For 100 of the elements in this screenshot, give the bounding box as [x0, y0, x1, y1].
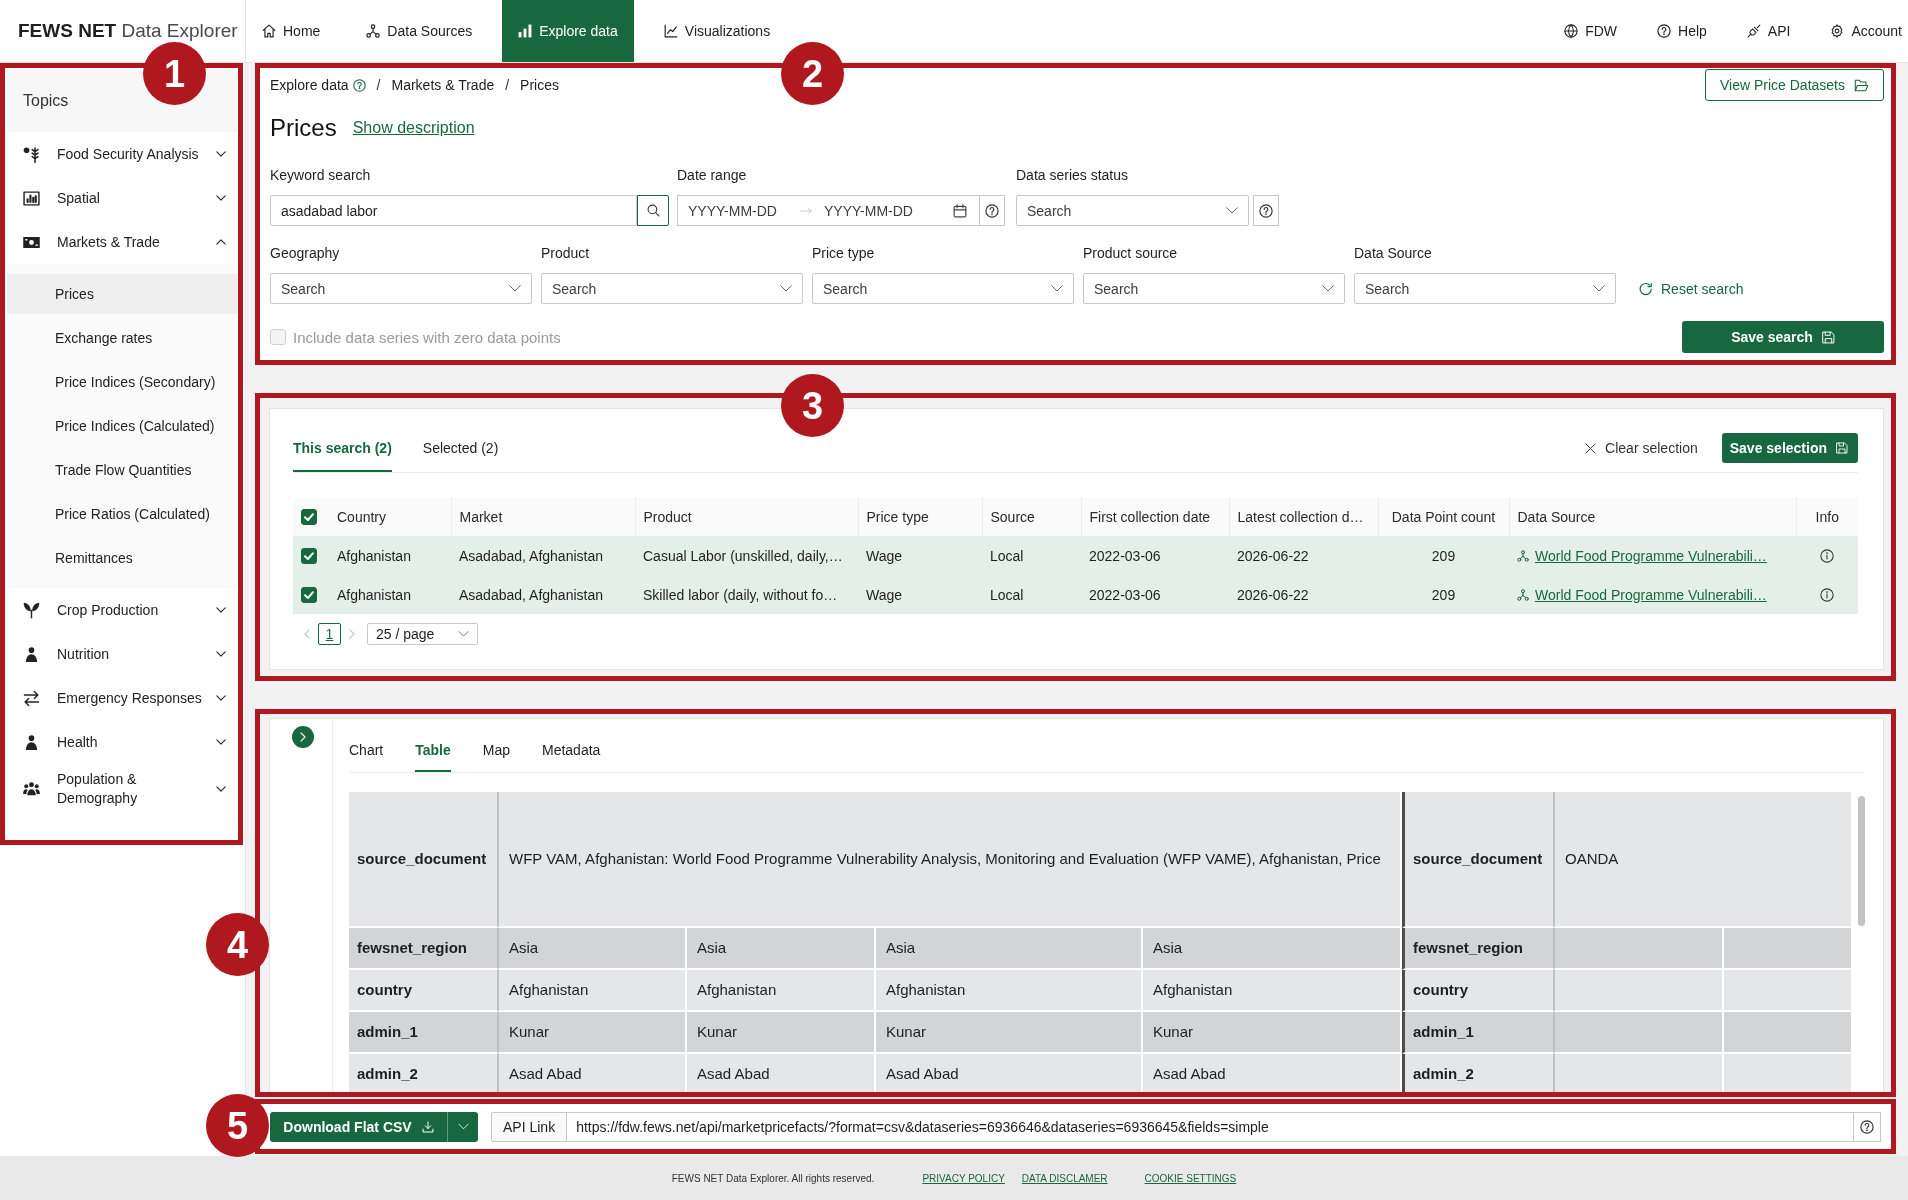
checkbox[interactable] — [301, 586, 317, 603]
sidebar-item[interactable]: Emergency Responses — [7, 676, 238, 720]
sidebar-subitem[interactable]: Remittances — [7, 538, 238, 578]
chevron-down-icon — [780, 285, 792, 292]
tab[interactable]: This search (2) — [293, 438, 392, 472]
sidebar-subitem[interactable]: Price Ratios (Calculated) — [7, 494, 238, 534]
table-cell: Asia — [499, 928, 687, 970]
table-row[interactable]: Afghanistan Asadabad, Afghanistan Skilled labor (daily, without fo… Wage Local 2022-03-06 2026-06-22 209 World Food Programme Vulnerabili… — [293, 575, 1858, 614]
table-cell: Kunar — [687, 1012, 876, 1054]
breadcrumb-link[interactable]: Explore data — [270, 77, 349, 93]
product-source-select[interactable]: Search — [1083, 273, 1345, 304]
sidebar-subitem[interactable]: Price Indices (Secondary) — [7, 362, 238, 402]
data-source-link[interactable]: World Food Programme Vulnerabili… — [1535, 547, 1767, 564]
sidebar-item[interactable]: Nutrition — [7, 632, 238, 676]
table-cell: Asadabad, Afghanistan — [451, 575, 635, 614]
column-header: Market — [451, 498, 635, 536]
save-selection-button[interactable]: Save selection — [1721, 433, 1858, 463]
help-button[interactable] — [1854, 1111, 1881, 1142]
nav-link[interactable]: Home — [246, 0, 337, 62]
nav-link[interactable]: FDW — [1564, 23, 1618, 39]
table-row[interactable]: Afghanistan Asadabad, Afghanistan Casual Labor (unskilled, daily,… Wage Local 2022-03-06 2026-06-22 209 World Food Programme Vulnerabili… — [293, 536, 1858, 575]
data-source-select[interactable]: Search — [1354, 273, 1616, 304]
sidebar-item[interactable]: Spatial — [7, 176, 238, 220]
nav-link[interactable]: API — [1746, 23, 1791, 39]
line-chart-icon — [663, 24, 678, 38]
table-cell: Afghanistan — [876, 970, 1143, 1012]
footer-link[interactable]: COOKIE SETTINGS — [1144, 1172, 1237, 1184]
breadcrumb-link[interactable]: Markets & Trade — [391, 77, 495, 93]
table-cell: 2022-03-06 — [1081, 536, 1229, 575]
scrollbar[interactable] — [1858, 796, 1865, 926]
clear-selection-button[interactable]: Clear selection — [1585, 440, 1698, 456]
checkbox[interactable] — [301, 547, 317, 564]
help-button[interactable] — [980, 195, 1005, 226]
show-description-link[interactable]: Show description — [352, 119, 475, 137]
view-datasets-button[interactable]: View Price Datasets — [1705, 69, 1884, 101]
field-label: Keyword search — [270, 166, 372, 185]
keyword-search-field[interactable]: asadabad labor — [270, 195, 637, 226]
network-icon — [1517, 588, 1529, 601]
help-button[interactable] — [1253, 195, 1279, 226]
bar-chart-icon — [518, 24, 533, 38]
status-select[interactable]: Search — [1016, 195, 1249, 226]
geography-select[interactable]: Search — [270, 273, 532, 304]
person-icon — [24, 646, 39, 662]
sidebar-subitem[interactable]: Price Indices (Calculated) — [7, 406, 238, 446]
folder-icon — [1854, 78, 1869, 92]
sidebar-subitem[interactable]: Trade Flow Quantities — [7, 450, 238, 490]
api-url-field[interactable]: https://fdw.fews.net/api/marketpricefacts/?format=csv&dataseries=6936646&dataseries=6936645&fields=simple — [567, 1111, 1854, 1142]
search-button[interactable] — [637, 195, 669, 226]
page-link[interactable]: 1 — [318, 623, 341, 645]
chart-icon — [23, 189, 40, 207]
tab[interactable]: Table — [415, 740, 451, 772]
info-icon[interactable] — [1820, 587, 1834, 602]
help-icon[interactable] — [352, 78, 366, 92]
sidebar-item[interactable]: Health — [7, 720, 238, 764]
dropdown-button[interactable] — [447, 1111, 478, 1142]
table-cell: Afghanistan — [329, 536, 451, 575]
sidebar-subitem[interactable]: Prices — [7, 274, 238, 314]
table-cell: Afghanistan — [687, 970, 876, 1012]
tab[interactable]: Chart — [349, 740, 384, 772]
search-icon — [646, 204, 660, 217]
row-header-cell: source_document — [1402, 792, 1555, 928]
sidebar-subitem[interactable]: Exchange rates — [7, 318, 238, 358]
sidebar-item[interactable]: Markets & Trade — [7, 220, 238, 264]
save-search-button[interactable]: Save search — [1682, 321, 1884, 353]
date-range-picker[interactable]: YYYY-MM-DD YYYY-MM-DD — [677, 195, 980, 226]
help-icon — [1657, 24, 1672, 38]
reset-search-link[interactable]: Reset search — [1639, 273, 1744, 304]
chevron-down-icon — [457, 1123, 469, 1130]
nav-link[interactable]: Explore data — [502, 0, 634, 62]
column-header: Data Point count — [1378, 498, 1509, 536]
field-label: Data Source — [1354, 244, 1433, 263]
table-cell: Afghanistan — [329, 575, 451, 614]
table-cell: Local — [982, 575, 1081, 614]
price-type-select[interactable]: Search — [812, 273, 1074, 304]
tab[interactable]: Metadata — [542, 740, 601, 772]
start-date-field[interactable]: YYYY-MM-DD — [688, 202, 796, 219]
close-icon — [1585, 442, 1597, 454]
nav-link[interactable]: Data Sources — [350, 0, 489, 62]
info-icon[interactable] — [1820, 548, 1834, 563]
nav-link[interactable]: Help — [1657, 23, 1707, 39]
expand-button[interactable] — [292, 726, 314, 748]
nav-link[interactable]: Account — [1830, 23, 1902, 39]
home-icon — [262, 24, 276, 38]
sidebar-item[interactable]: Population & Demography — [7, 764, 238, 814]
field-label: Data series status — [1016, 166, 1130, 185]
download-button[interactable]: Download Flat CSV — [270, 1111, 447, 1142]
sidebar-item[interactable]: Food Security Analysis — [7, 132, 238, 176]
product-select[interactable]: Search — [541, 273, 803, 304]
end-date-field[interactable]: YYYY-MM-DD — [824, 202, 932, 219]
field-label: Product — [541, 244, 591, 263]
save-icon — [1836, 442, 1848, 454]
tab[interactable]: Map — [482, 740, 510, 772]
footer-link[interactable]: DATA DISCLAMER — [1021, 1172, 1108, 1184]
sidebar-item[interactable]: Crop Production — [7, 588, 238, 632]
network-icon — [1517, 549, 1529, 562]
page-size-select[interactable]: 25 / page — [367, 623, 478, 645]
data-source-link[interactable]: World Food Programme Vulnerabili… — [1535, 586, 1767, 603]
footer-link[interactable]: PRIVACY POLICY — [922, 1172, 1005, 1184]
checkbox[interactable] — [301, 509, 317, 525]
tab[interactable]: Selected (2) — [422, 438, 499, 472]
